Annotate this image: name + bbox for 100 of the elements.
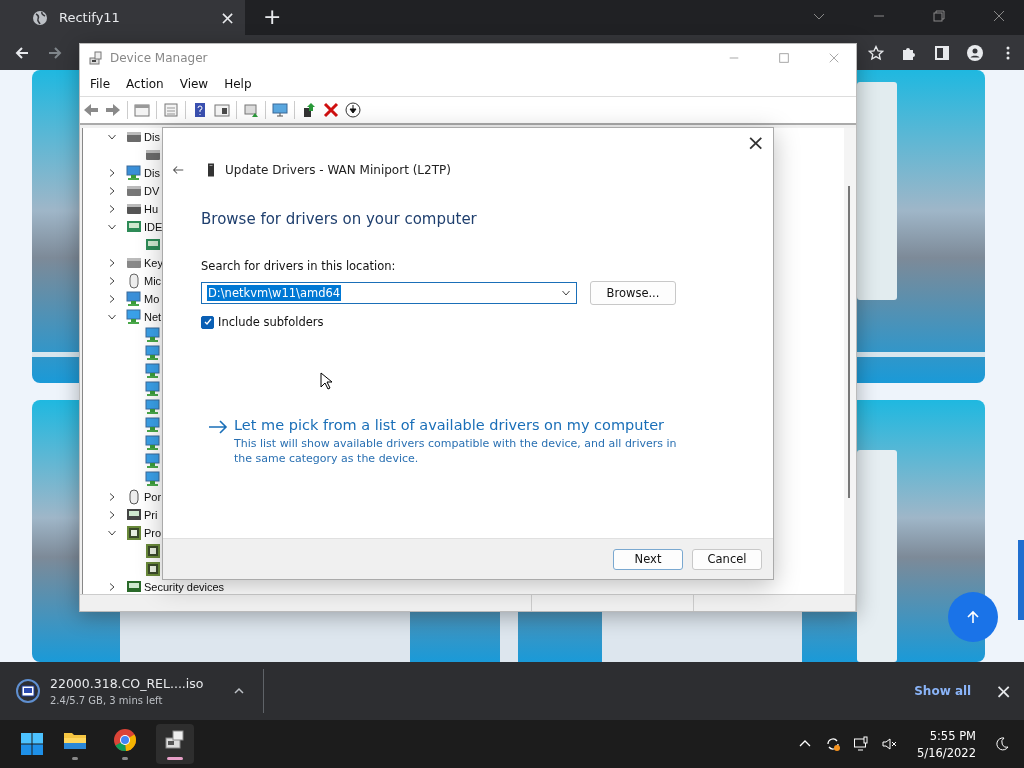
browser-tab[interactable]: Rectify11 × (0, 0, 245, 35)
forward-icon[interactable] (105, 102, 121, 118)
chip-icon (145, 561, 161, 577)
expander-icon[interactable] (107, 168, 117, 178)
tree-item[interactable]: Key (144, 257, 163, 269)
pick-driver-link[interactable]: Let me pick from a list of available drivers on my computer (234, 417, 684, 433)
dialog-title: Update Drivers - WAN Miniport (L2TP) (225, 163, 451, 177)
drive-icon (126, 183, 142, 199)
device-manager-icon (88, 50, 104, 66)
moon-icon[interactable] (994, 736, 1010, 752)
menu-item[interactable]: View (179, 77, 209, 91)
expander-icon[interactable] (107, 222, 117, 232)
expander-icon[interactable] (107, 294, 117, 304)
menu-item[interactable]: Action (126, 77, 164, 91)
chip-icon (145, 543, 161, 559)
network-icon (145, 327, 161, 343)
tree-item[interactable]: Net (144, 311, 162, 323)
mouse-icon (126, 273, 142, 289)
show-all-link[interactable]: Show all (914, 684, 972, 698)
expander-icon[interactable] (107, 258, 117, 268)
network-icon (145, 399, 161, 415)
monitor-icon (126, 165, 142, 181)
browser-icon (113, 728, 137, 752)
close-tab-button[interactable]: × (219, 7, 235, 28)
tree-item[interactable]: Mic (144, 275, 162, 287)
tree-item[interactable]: IDE (144, 221, 163, 233)
new-tab-button[interactable]: + (263, 4, 282, 29)
menu-item[interactable]: File (90, 77, 111, 91)
scrollbar[interactable] (844, 128, 856, 594)
back-icon[interactable] (14, 44, 30, 61)
network-icon (145, 471, 161, 487)
arrow-right-icon (208, 420, 228, 434)
close-button[interactable]: × (995, 679, 1012, 703)
checkbox[interactable] (201, 315, 214, 329)
uninstall-icon[interactable] (323, 102, 339, 118)
dropdown-caret-icon[interactable] (561, 288, 571, 298)
panel-icon[interactable] (214, 102, 230, 118)
checkbox-label: Include subfolders (218, 315, 324, 329)
network-icon (145, 345, 161, 361)
mute-icon[interactable] (881, 736, 898, 752)
disc-file-icon (16, 679, 40, 703)
properties-icon[interactable] (134, 102, 150, 118)
expander-icon[interactable] (107, 510, 117, 520)
menu-item[interactable]: Help (224, 77, 252, 91)
tree-item[interactable]: Dis (144, 167, 160, 179)
network-icon (145, 435, 161, 451)
browse-button[interactable]: Browse... (590, 281, 676, 305)
card-icon (145, 237, 161, 253)
tree-item[interactable]: Hu (144, 203, 159, 215)
close-icon[interactable] (992, 9, 1006, 23)
path-combo-box[interactable]: D:\netkvm\w11\amd64 (201, 282, 577, 304)
expander-icon[interactable] (107, 312, 117, 322)
update-driver-icon[interactable] (301, 102, 317, 118)
drive-icon (126, 129, 142, 145)
next-button[interactable]: Next (613, 548, 683, 570)
tree-item[interactable]: Pro (144, 527, 162, 539)
sync-icon[interactable] (825, 736, 842, 752)
expander-icon[interactable] (107, 186, 117, 196)
clock-date: 5/16/2022 (917, 745, 976, 760)
device-icon (207, 163, 215, 177)
clock-time: 5:55 PM (929, 728, 976, 743)
scan-icon[interactable] (243, 102, 259, 118)
tree-item[interactable]: Dis (144, 131, 160, 143)
tree-item[interactable]: Pri (144, 509, 158, 521)
network-icon[interactable] (853, 736, 870, 752)
printer-icon (126, 507, 142, 523)
back-arrow-icon[interactable] (171, 163, 185, 177)
dialog-heading: Browse for drivers on your computer (201, 210, 478, 228)
monitor-icon (126, 291, 142, 307)
chip-icon (126, 525, 142, 541)
restore-icon[interactable] (932, 9, 946, 23)
taskbar-app[interactable] (156, 724, 194, 764)
globe-icon (32, 9, 48, 26)
expander-icon[interactable] (107, 132, 117, 142)
expander-icon[interactable] (107, 528, 117, 538)
forward-icon[interactable] (47, 44, 63, 61)
download-icon[interactable] (345, 102, 361, 118)
star-icon[interactable] (868, 44, 884, 61)
tab-title: Rectify11 (59, 10, 121, 25)
cancel-button[interactable]: Cancel (692, 548, 762, 570)
field-label: Search for drivers in this location: (201, 259, 397, 273)
tree-item[interactable]: Por (144, 491, 162, 503)
close-button[interactable]: × (746, 130, 765, 155)
drive-icon (145, 147, 161, 163)
network-icon (145, 453, 161, 469)
expander-icon[interactable] (107, 276, 117, 286)
tree-item[interactable]: Mo (144, 293, 160, 305)
start-icon[interactable] (20, 732, 44, 756)
network-icon (145, 417, 161, 433)
tree-item[interactable]: Security devices (144, 581, 225, 593)
network-icon (145, 381, 161, 397)
expander-icon[interactable] (107, 492, 117, 502)
expander-icon[interactable] (107, 582, 117, 592)
sidebar-icon[interactable] (934, 44, 950, 61)
help-icon[interactable] (192, 102, 208, 118)
monitor-icon[interactable] (272, 102, 288, 118)
tree-item[interactable]: DV (144, 185, 160, 197)
profile-icon[interactable] (967, 44, 983, 61)
download-filename: 22000.318.CO_REL....iso (50, 676, 204, 691)
expander-icon[interactable] (107, 204, 117, 214)
